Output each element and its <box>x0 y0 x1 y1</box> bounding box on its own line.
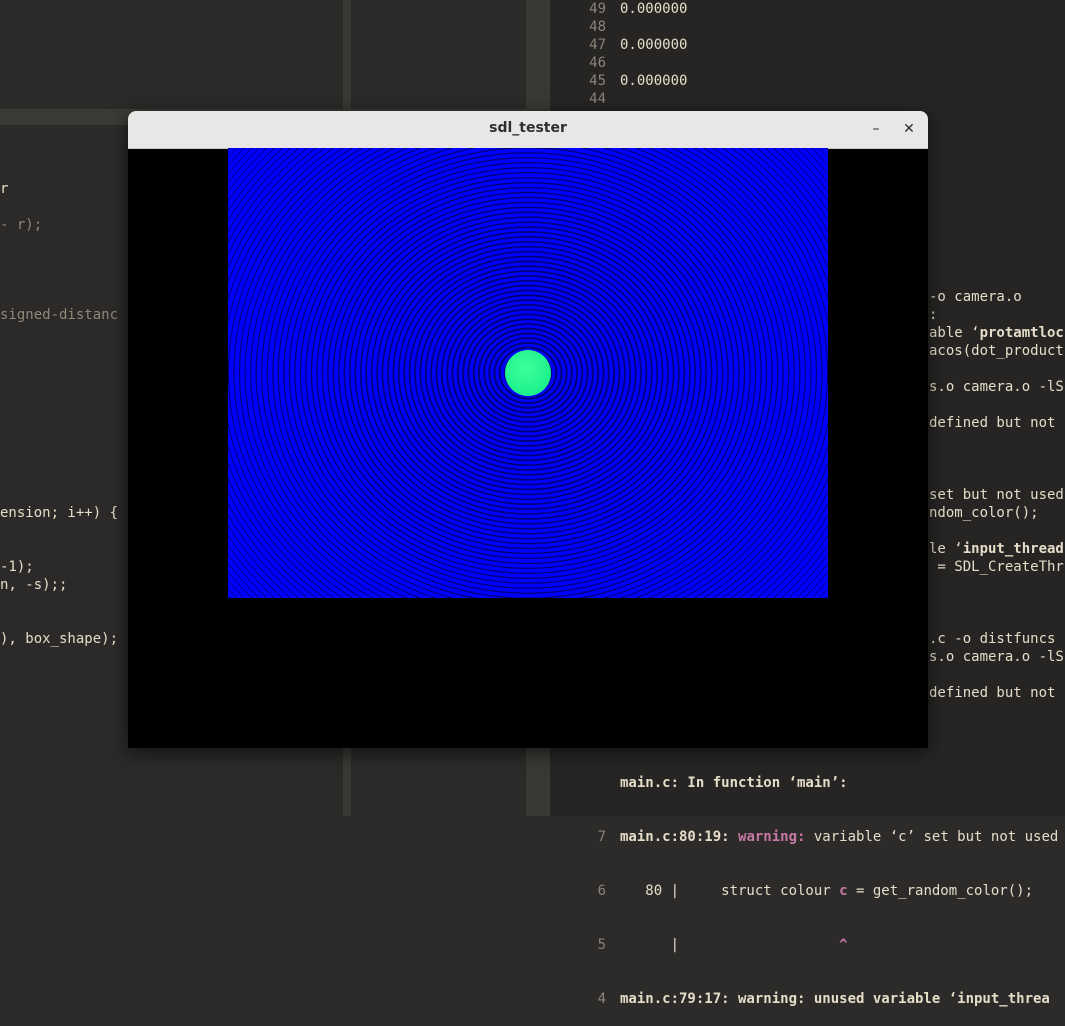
terminal-line: .c -o distfuncs <box>929 631 1056 647</box>
terminal-build-output: -o camera.o: able ‘protamtloc acos(dot_pro… <box>929 288 1064 702</box>
terminal-bottom-output: main.c: In function ‘main’: 7 main.c:80:1… <box>566 738 1059 1026</box>
terminal-line: 48 <box>589 19 606 35</box>
sdl-window[interactable]: sdl_tester – ✕ <box>128 111 928 748</box>
terminal-line: acos(dot_product <box>929 343 1064 359</box>
code-line: - r); <box>0 217 43 233</box>
terminal-line: defined but not <box>929 415 1056 431</box>
close-button[interactable]: ✕ <box>898 118 920 140</box>
terminal-line: s.o camera.o -lS <box>929 649 1064 665</box>
terminal-top-output: 49 0.000000 48 47 0.000000 46 45 0.000000 44 <box>566 0 687 108</box>
render-canvas[interactable] <box>228 148 828 598</box>
code-line: r <box>0 181 9 197</box>
terminal-line: main.c: In function ‘main’: <box>620 775 848 791</box>
terminal-line: 7 main.c:80:19: warning: variable ‘c’ set… <box>597 829 1059 845</box>
minimize-icon: – <box>872 121 880 137</box>
terminal-line: le ‘input_thread <box>929 541 1064 557</box>
window-titlebar[interactable]: sdl_tester – ✕ <box>128 111 928 149</box>
window-title: sdl_tester <box>489 120 567 136</box>
terminal-line: s.o camera.o -lS <box>929 379 1064 395</box>
code-line: n, -s);; <box>0 577 68 593</box>
terminal-line: 6 80 | struct colour c = get_random_colo… <box>597 883 1034 899</box>
terminal-line: defined but not <box>929 685 1056 701</box>
terminal-line: able ‘protamtloc <box>929 325 1064 341</box>
minimize-button[interactable]: – <box>865 118 887 140</box>
terminal-line: 44 <box>589 91 606 107</box>
terminal-line: 47 0.000000 <box>589 37 688 53</box>
terminal-line: 4 main.c:79:17: warning: unused variable … <box>597 991 1050 1007</box>
terminal-line: 45 0.000000 <box>589 73 688 89</box>
sphere <box>505 350 551 396</box>
terminal-line: set but not used <box>929 487 1064 503</box>
close-icon: ✕ <box>903 121 915 137</box>
terminal-line: 5 | ^ <box>597 937 848 953</box>
code-line: -1); <box>0 559 34 575</box>
terminal-line: ndom_color(); <box>929 505 1039 521</box>
terminal-line: 49 0.000000 <box>589 1 688 17</box>
terminal-line: = SDL_CreateThr <box>929 559 1064 575</box>
terminal-line: -o camera.o <box>929 289 1022 305</box>
code-line: ), box_shape); <box>0 631 119 647</box>
code-line: ension; i++) { <box>0 505 119 521</box>
terminal-line: 46 <box>589 55 606 71</box>
terminal-line: : <box>929 307 938 323</box>
code-line: signed-distanc <box>0 307 119 323</box>
